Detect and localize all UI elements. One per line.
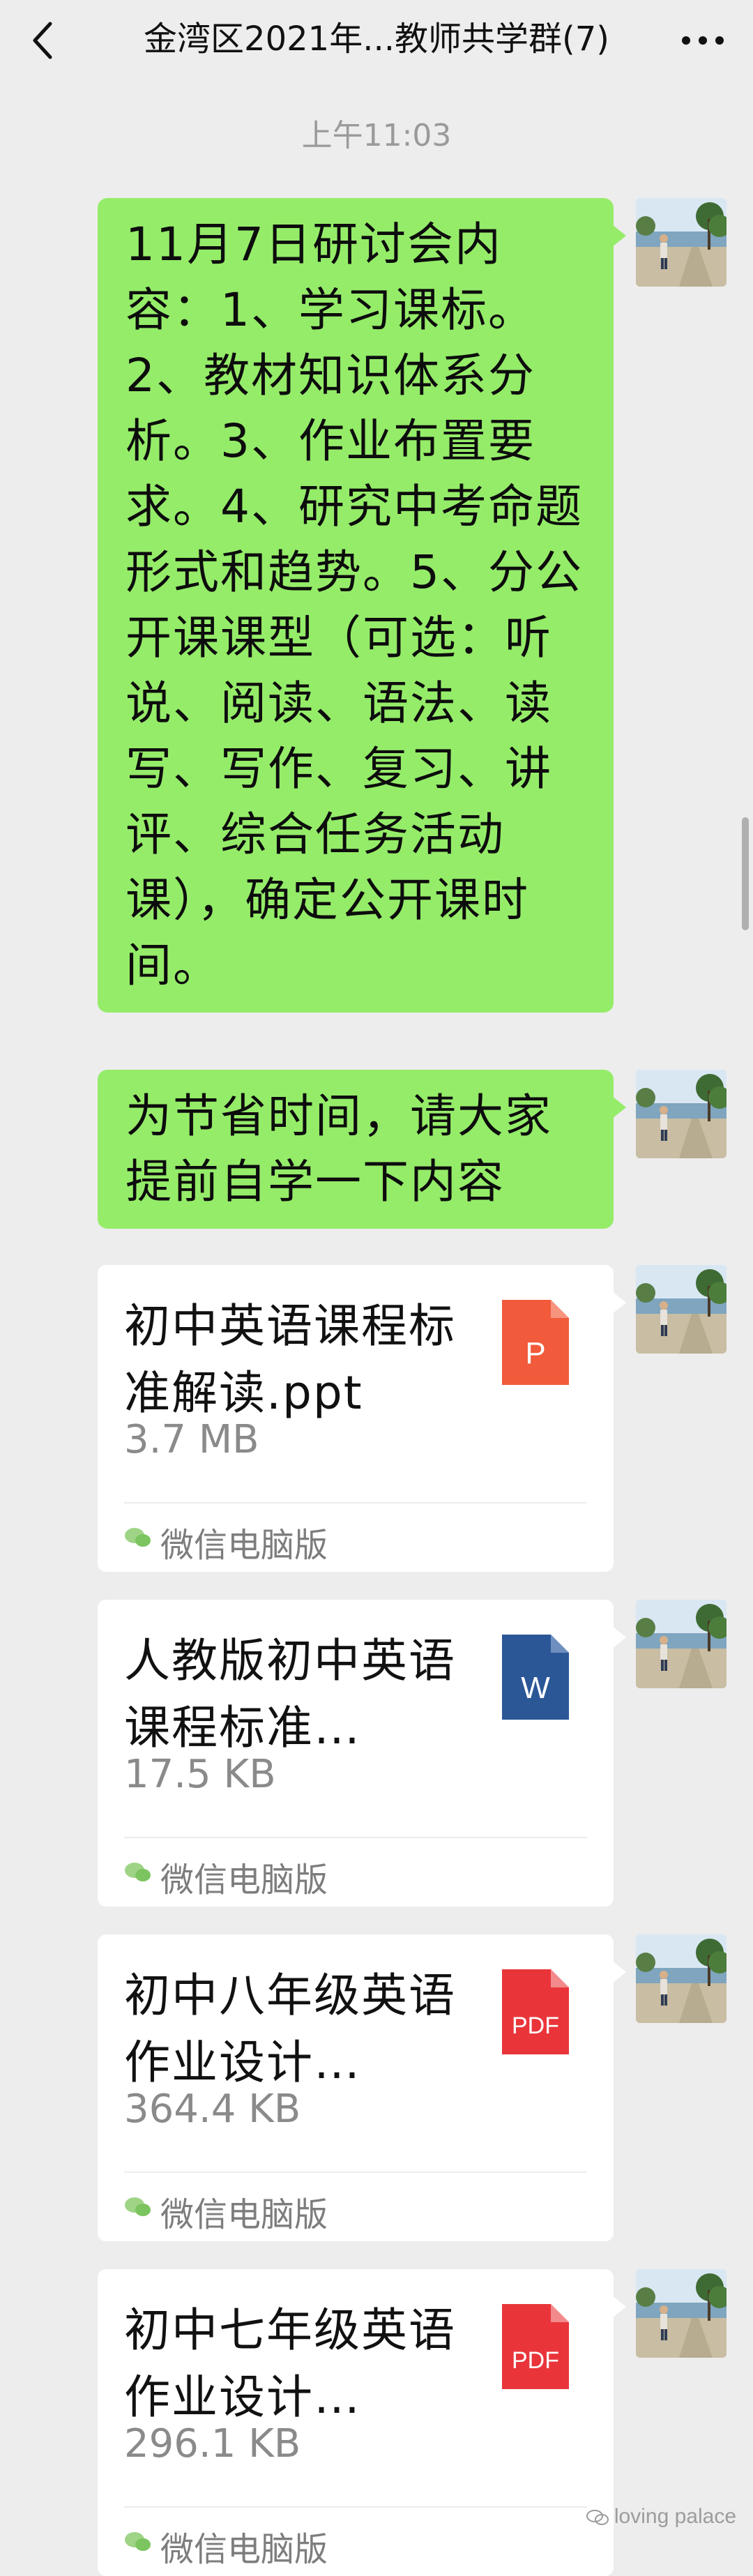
sender-avatar[interactable] — [636, 198, 727, 287]
wechat-icon — [125, 2197, 151, 2216]
wechat-icon — [125, 2532, 151, 2551]
more-dots-icon[interactable] — [678, 22, 728, 59]
scrollbar[interactable] — [742, 817, 749, 930]
file-size: 296.1 KB — [124, 2421, 301, 2467]
message-text: 11月7日研讨会内容：1、学习课标。2、教材知识体系分析。3、作业布置要求。4、… — [126, 218, 583, 992]
message-timestamp: 上午11:03 — [301, 118, 452, 153]
source-label: 微信电脑版 — [160, 2530, 328, 2569]
divider — [124, 1837, 587, 1838]
source-label: 微信电脑版 — [160, 2195, 328, 2234]
wechat-icon — [125, 1528, 151, 1547]
chat-header: 金湾区2021年...教师共学群(7) — [0, 0, 753, 82]
source-label: 微信电脑版 — [160, 1861, 328, 1900]
file-name: 初中英语课程标准解读.ppt — [124, 1299, 456, 1420]
text-message-bubble[interactable]: 为节省时间，请大家提前自学一下内容 — [98, 1070, 626, 1229]
file-message-card[interactable]: 初中英语课程标准解读.ppt 3.7 MB P 微信电脑版 — [98, 1265, 626, 1572]
pdf-file-icon: PDF — [502, 2304, 569, 2389]
file-size: 17.5 KB — [124, 1752, 276, 1797]
wechat-icon — [125, 1863, 151, 1881]
watermark-text: loving palace — [614, 2505, 736, 2528]
divider — [124, 2506, 587, 2508]
file-message-card[interactable]: 初中七年级英语作业设计… 296.1 KB PDF 微信电脑版 — [98, 2269, 626, 2576]
file-name: 初中八年级英语作业设计… — [124, 1969, 456, 2089]
word-file-icon: W — [502, 1635, 569, 1720]
file-icon-label: PDF — [512, 2347, 559, 2374]
source-label: 微信电脑版 — [160, 1526, 328, 1565]
divider — [124, 1502, 587, 1503]
file-name: 初中七年级英语作业设计… — [124, 2303, 456, 2424]
file-size: 364.4 KB — [124, 2086, 301, 2132]
message-text: 为节省时间，请大家提前自学一下内容 — [126, 1089, 552, 1209]
pdf-file-icon: PDF — [502, 1969, 569, 2054]
file-icon-label: PDF — [512, 2013, 559, 2039]
sender-avatar[interactable] — [636, 1600, 727, 1688]
file-name: 人教版初中英语课程标准… — [124, 1634, 456, 1755]
file-icon-label: P — [525, 1336, 546, 1370]
file-message-card[interactable]: 初中八年级英语作业设计… 364.4 KB PDF 微信电脑版 — [98, 1934, 626, 2241]
sender-avatar[interactable] — [636, 1070, 727, 1158]
wechat-watermark-icon — [586, 2510, 609, 2526]
sender-avatar[interactable] — [636, 1934, 727, 2023]
chat-title: 金湾区2021年...教师共学群(7) — [144, 20, 609, 59]
sender-avatar[interactable] — [636, 2269, 727, 2358]
sender-avatar[interactable] — [636, 1265, 727, 1354]
text-message-bubble[interactable]: 11月7日研讨会内容：1、学习课标。2、教材知识体系分析。3、作业布置要求。4、… — [98, 198, 626, 1013]
file-icon-label: W — [521, 1671, 550, 1705]
file-size: 3.7 MB — [124, 1417, 259, 1462]
file-message-card[interactable]: 人教版初中英语课程标准… 17.5 KB W 微信电脑版 — [98, 1600, 626, 1907]
ppt-file-icon: P — [502, 1300, 569, 1385]
divider — [124, 2172, 587, 2173]
watermark: loving palace — [586, 2505, 736, 2529]
